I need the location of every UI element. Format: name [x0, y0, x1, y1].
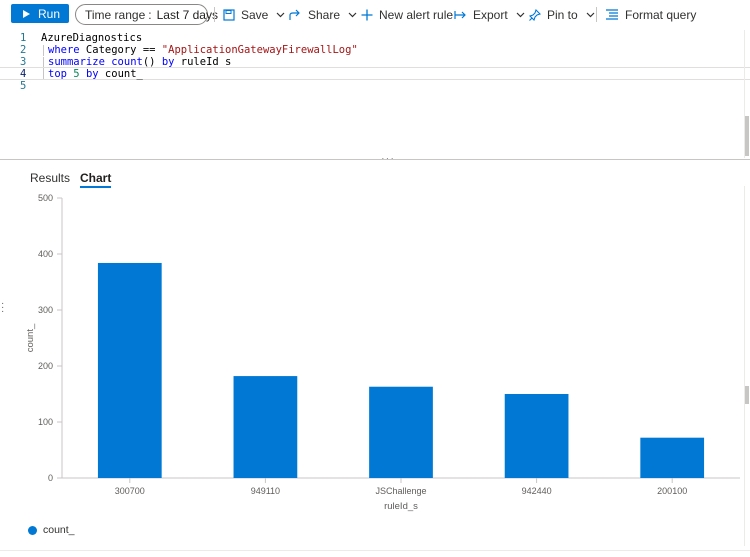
time-range-picker[interactable]: Time range : Last 7 days — [75, 4, 218, 25]
share-button[interactable]: Share — [289, 6, 357, 23]
code-text: AzureDiagnostics — [41, 32, 143, 44]
save-icon — [223, 8, 235, 21]
export-icon — [454, 10, 466, 19]
side-resize-handle[interactable]: · · · — [1, 299, 4, 317]
share-icon — [289, 9, 300, 20]
query-toolbar: Run Time range : Last 7 days Save Share … — [0, 0, 750, 29]
tab-chart[interactable]: Chart — [80, 170, 112, 188]
scroll-thumb[interactable] — [745, 386, 749, 404]
line-number: 5 — [20, 80, 27, 92]
pin-label: Pin to — [547, 7, 578, 22]
format-label: Format query — [625, 7, 697, 22]
export-button[interactable]: Export — [454, 6, 525, 23]
y-tick-label: 100 — [38, 417, 53, 427]
bar[interactable] — [97, 262, 162, 478]
x-tick-label: 200100 — [657, 486, 687, 496]
tab-results[interactable]: Results — [30, 170, 70, 188]
results-tabs: Results Chart — [0, 170, 750, 190]
bar[interactable] — [369, 386, 433, 478]
query-editor[interactable]: 1 AzureDiagnostics 2 where Category == "… — [0, 30, 750, 158]
bar-chart: 0 100 200 300 400 500 count_ 300700 949110 JSChal… — [25, 193, 740, 512]
scroll-thumb[interactable] — [745, 116, 749, 156]
x-axis-title: ruleId_s — [384, 501, 418, 512]
x-tick-label: 300700 — [115, 486, 145, 496]
run-label: Run — [38, 6, 61, 21]
format-icon — [606, 9, 618, 20]
export-label: Export — [473, 7, 508, 22]
results-scrollbar[interactable] — [744, 186, 750, 546]
pin-to-button[interactable]: Pin to — [529, 6, 595, 23]
code-line: 2 where Category == "ApplicationGatewayF… — [0, 44, 750, 56]
chevron-down-icon — [586, 12, 595, 17]
divider — [0, 550, 750, 551]
bar[interactable] — [640, 437, 705, 478]
bar[interactable] — [233, 376, 298, 478]
code-line-active: 4 top 5 by count_ — [0, 67, 750, 80]
time-range-separator: : — [148, 7, 152, 22]
y-tick-label: 500 — [38, 193, 53, 203]
play-icon — [23, 9, 30, 18]
toolbar-divider — [596, 7, 597, 22]
save-button[interactable]: Save — [223, 6, 285, 23]
y-tick-label: 400 — [38, 249, 53, 259]
run-button[interactable]: Run — [11, 4, 69, 23]
time-range-label: Time range — [85, 7, 146, 22]
x-tick-label: JSChallenge — [375, 486, 426, 496]
legend-label: count_ — [43, 524, 75, 536]
legend-swatch — [28, 525, 37, 535]
plus-icon — [361, 9, 373, 20]
y-tick-label: 0 — [48, 473, 53, 483]
share-label: Share — [308, 7, 341, 22]
y-tick-label: 300 — [38, 305, 53, 315]
bar[interactable] — [504, 394, 569, 478]
pin-icon — [529, 8, 541, 21]
chevron-down-icon — [276, 12, 285, 17]
format-query-button[interactable]: Format query — [605, 6, 696, 23]
chart-panel: 0 100 200 300 400 500 count_ 300700 949110 JSChal… — [0, 190, 750, 525]
toolbar-divider — [214, 7, 215, 22]
line-number: 2 — [20, 44, 27, 56]
chevron-down-icon — [348, 12, 357, 17]
y-axis-title: count_ — [25, 323, 36, 352]
line-number: 1 — [20, 32, 27, 44]
pane-splitter[interactable] — [0, 159, 750, 160]
y-tick-label: 200 — [38, 361, 53, 371]
line-number: 4 — [20, 67, 27, 80]
new-alert-rule-button[interactable]: New alert rule — [361, 6, 453, 23]
code-line: 1 AzureDiagnostics — [0, 32, 750, 44]
x-tick-label: 949110 — [251, 486, 280, 496]
code-text: where Category == "ApplicationGatewayFir… — [41, 44, 358, 56]
chevron-down-icon — [516, 12, 525, 17]
x-tick-label: 942440 — [522, 486, 552, 496]
new-alert-label: New alert rule — [379, 7, 454, 22]
code-line: 5 — [0, 80, 750, 92]
chart-legend[interactable]: count_ — [28, 524, 75, 536]
editor-scrollbar[interactable] — [744, 30, 750, 158]
time-range-value: Last 7 days — [156, 7, 218, 22]
save-label: Save — [241, 7, 269, 22]
code-text: top 5 by count_ — [41, 68, 143, 80]
